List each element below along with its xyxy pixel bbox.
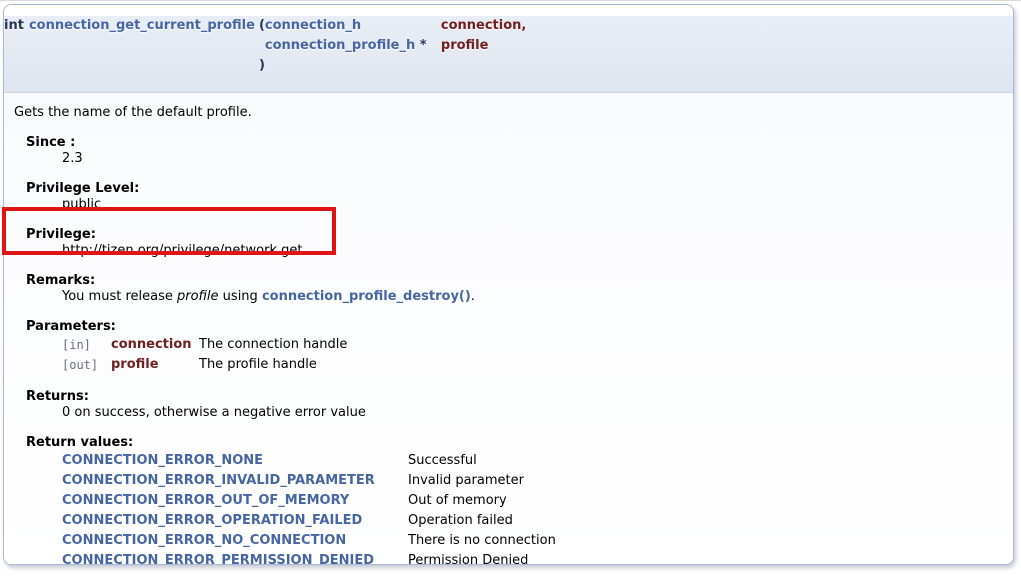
return-values-table: CONNECTION_ERROR_NONE Successful CONNECT…	[62, 451, 556, 565]
api-doc-page: intconnection_get_current_profile( conne…	[0, 0, 1021, 579]
signature-param-name: connection,	[441, 18, 526, 33]
signature-param-name: profile	[441, 38, 489, 53]
return-value-row: CONNECTION_ERROR_NONE Successful	[62, 451, 556, 471]
parameter-row: [in] connection The connection handle	[62, 335, 347, 355]
function-doc-body: Gets the name of the default profile. Si…	[4, 93, 1013, 565]
returns-section: Returns: 0 on success, otherwise a negat…	[26, 389, 1003, 421]
param-direction: [out]	[62, 355, 111, 375]
return-value-row: CONNECTION_ERROR_NO_CONNECTION There is …	[62, 531, 556, 551]
remarks-param-ref: profile	[177, 289, 219, 304]
function-doc-item: intconnection_get_current_profile( conne…	[3, 4, 1014, 565]
signature-row: connection_profile_h * profile	[4, 36, 526, 56]
parameters-section: Parameters: [in] connection The connecti…	[26, 319, 1003, 375]
error-code-description: Successful	[408, 451, 556, 471]
error-code-link[interactable]: CONNECTION_ERROR_OUT_OF_MEMORY	[62, 493, 349, 508]
error-code-description: Permission Denied	[408, 551, 556, 565]
error-code-description: There is no connection	[408, 531, 556, 551]
return-type: int	[4, 18, 24, 33]
privilege-level-label: Privilege Level:	[26, 181, 1003, 197]
param-name: connection	[111, 335, 199, 355]
return-value-row: CONNECTION_ERROR_PERMISSION_DENIED Permi…	[62, 551, 556, 565]
error-code-link[interactable]: CONNECTION_ERROR_NO_CONNECTION	[62, 533, 346, 548]
param-type-link[interactable]: connection_h	[265, 18, 361, 33]
page-top-divider	[0, 0, 1021, 1]
param-type-suffix: *	[415, 38, 426, 53]
since-label: Since :	[26, 135, 1003, 151]
error-code-description: Invalid parameter	[408, 471, 556, 491]
param-description: The profile handle	[199, 355, 347, 375]
returns-label: Returns:	[26, 389, 1003, 405]
signature-table: intconnection_get_current_profile( conne…	[4, 16, 526, 76]
param-name: profile	[111, 355, 199, 375]
function-signature: intconnection_get_current_profile( conne…	[4, 16, 1013, 93]
param-type-link[interactable]: connection_profile_h	[265, 38, 415, 53]
signature-row: intconnection_get_current_profile( conne…	[4, 16, 526, 36]
return-values-section: Return values: CONNECTION_ERROR_NONE Suc…	[26, 435, 1003, 565]
brief-description: Gets the name of the default profile.	[14, 105, 1003, 121]
remarks-suffix: .	[471, 289, 475, 304]
error-code-description: Out of memory	[408, 491, 556, 511]
error-code-link[interactable]: CONNECTION_ERROR_INVALID_PARAMETER	[62, 473, 375, 488]
return-values-label: Return values:	[26, 435, 1003, 451]
remarks-section: Remarks: You must release profile using …	[26, 273, 1003, 305]
remarks-prefix: You must release	[62, 289, 177, 304]
parameter-row: [out] profile The profile handle	[62, 355, 347, 375]
parameters-label: Parameters:	[26, 319, 1003, 335]
since-value: 2.3	[62, 151, 1003, 167]
remarks-text: You must release profile using connectio…	[62, 289, 1003, 305]
function-name-link[interactable]: connection_get_current_profile	[29, 18, 255, 33]
privilege-highlight-box	[2, 207, 336, 255]
signature-row: )	[4, 56, 526, 76]
remarks-label: Remarks:	[26, 273, 1003, 289]
error-code-link[interactable]: CONNECTION_ERROR_PERMISSION_DENIED	[62, 553, 374, 565]
since-section: Since : 2.3	[26, 135, 1003, 167]
destroy-function-link[interactable]: connection_profile_destroy()	[262, 289, 471, 304]
close-paren: )	[259, 58, 265, 73]
error-code-link[interactable]: CONNECTION_ERROR_NONE	[62, 453, 263, 468]
error-code-description: Operation failed	[408, 511, 556, 531]
param-description: The connection handle	[199, 335, 347, 355]
parameters-table: [in] connection The connection handle [o…	[62, 335, 347, 375]
returns-value: 0 on success, otherwise a negative error…	[62, 405, 1003, 421]
param-direction: [in]	[62, 335, 111, 355]
return-value-row: CONNECTION_ERROR_OUT_OF_MEMORY Out of me…	[62, 491, 556, 511]
remarks-middle: using	[219, 289, 262, 304]
return-value-row: CONNECTION_ERROR_INVALID_PARAMETER Inval…	[62, 471, 556, 491]
error-code-link[interactable]: CONNECTION_ERROR_OPERATION_FAILED	[62, 513, 362, 528]
return-value-row: CONNECTION_ERROR_OPERATION_FAILED Operat…	[62, 511, 556, 531]
